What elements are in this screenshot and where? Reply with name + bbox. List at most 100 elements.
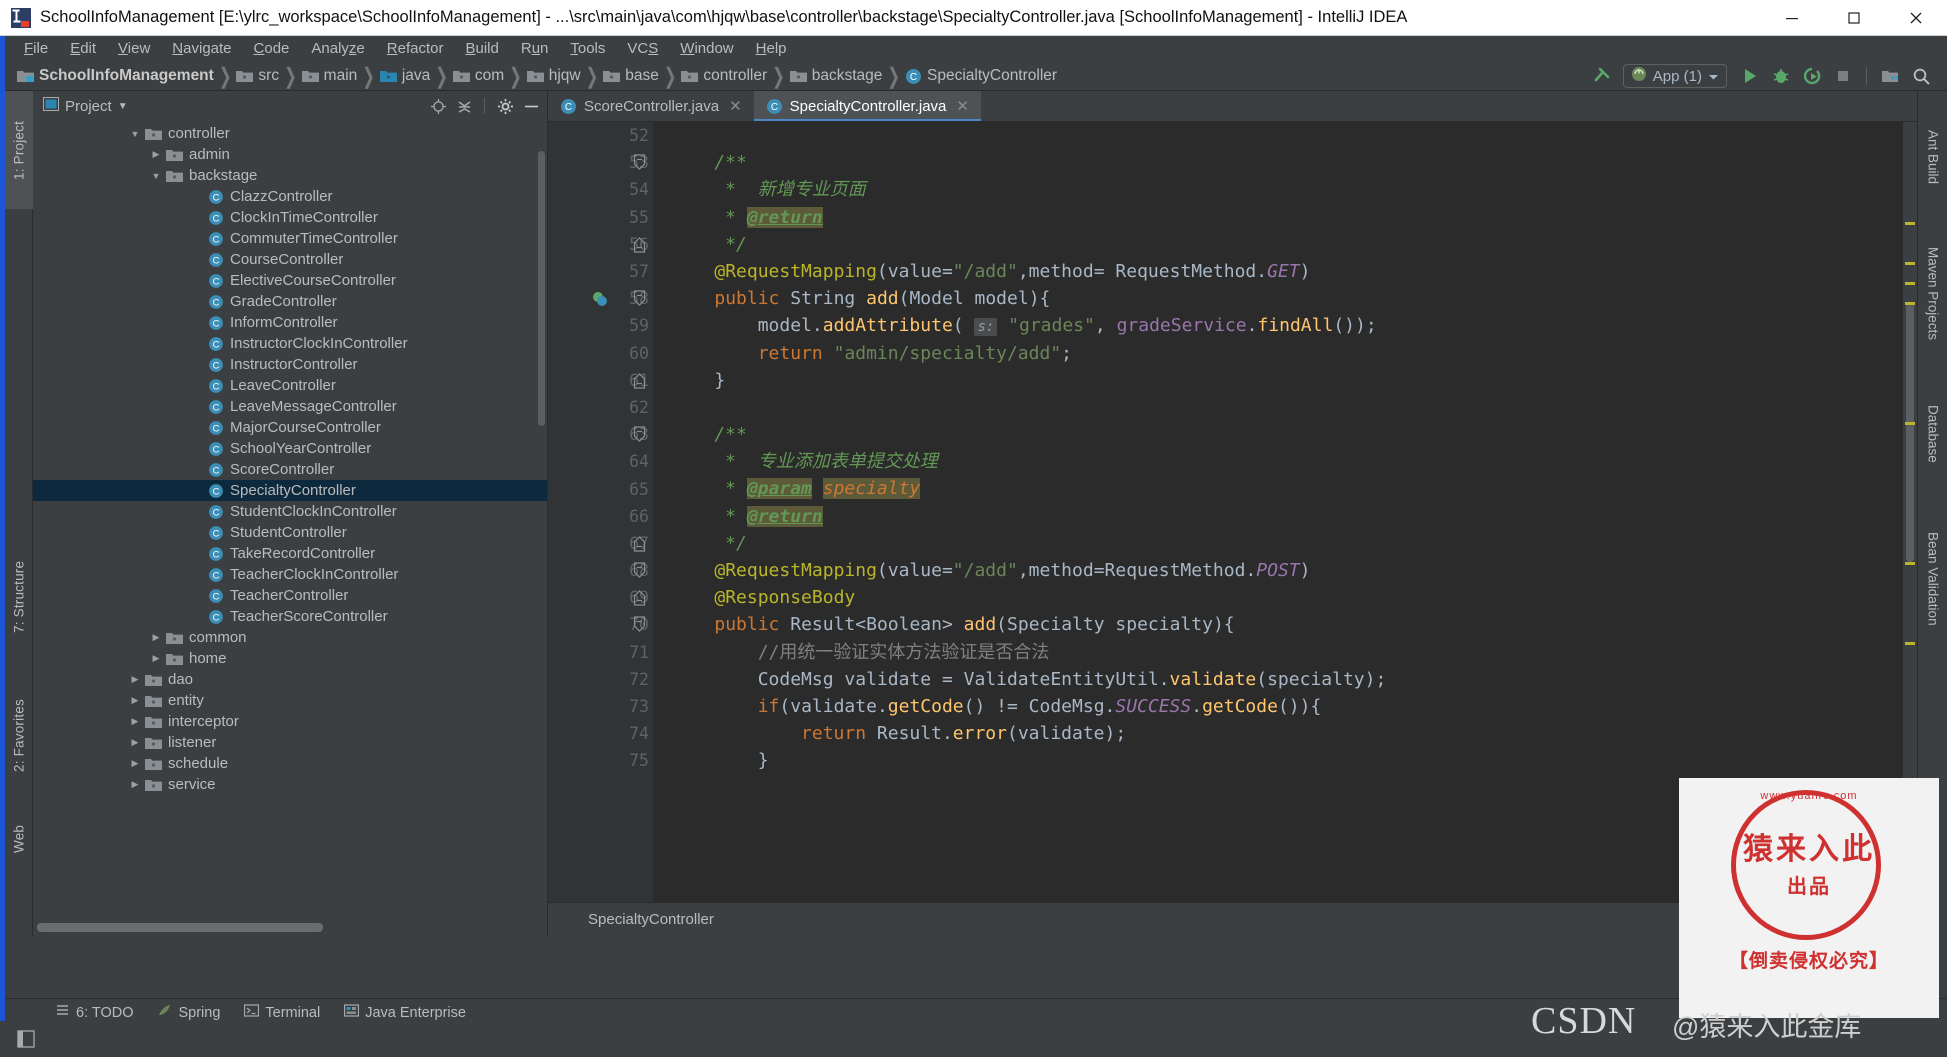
- code-line[interactable]: model.addAttribute( s: "grades", gradeSe…: [653, 312, 1917, 339]
- chevron-right-icon[interactable]: ▶: [129, 758, 141, 770]
- chevron-right-icon[interactable]: ▶: [129, 716, 141, 728]
- tree-node[interactable]: C GradeController: [33, 291, 547, 312]
- menu-code[interactable]: Code: [243, 37, 301, 61]
- fold-start-icon[interactable]: [629, 611, 649, 638]
- menu-refactor[interactable]: Refactor: [376, 37, 455, 61]
- tree-node[interactable]: C ClockInTimeController: [33, 207, 547, 228]
- breadcrumb-item-controller[interactable]: controller: [677, 65, 771, 87]
- tree-node[interactable]: ▶ listener: [33, 732, 547, 753]
- gutter-line[interactable]: 65: [548, 475, 653, 502]
- code-line[interactable]: @RequestMapping(value="/add",method= Req…: [653, 258, 1917, 285]
- code-line[interactable]: /**: [653, 421, 1917, 448]
- breadcrumb-item-project[interactable]: SchoolInfoManagement: [13, 65, 218, 87]
- maximize-button[interactable]: [1823, 0, 1885, 36]
- tool-tab-project[interactable]: 1: Project: [5, 91, 33, 209]
- tree-node[interactable]: ▼ backstage: [33, 165, 547, 186]
- menu-analyze[interactable]: Analyze: [300, 37, 375, 61]
- tree-node[interactable]: C InstructorController: [33, 354, 547, 375]
- code-line[interactable]: public Result<Boolean> add(Specialty spe…: [653, 611, 1917, 638]
- tree-node[interactable]: ▶ dao: [33, 669, 547, 690]
- tool-tab-maven-projects[interactable]: Maven Projects: [1918, 219, 1947, 369]
- locate-icon[interactable]: [428, 96, 448, 116]
- chevron-right-icon[interactable]: ▶: [150, 653, 162, 665]
- chevron-right-icon[interactable]: ▶: [129, 737, 141, 749]
- code-line[interactable]: * @param specialty: [653, 475, 1917, 502]
- tree-node[interactable]: C InstructorClockInController: [33, 333, 547, 354]
- tree-node[interactable]: ▶ common: [33, 627, 547, 648]
- code-line[interactable]: */: [653, 530, 1917, 557]
- menu-vcs[interactable]: VCS: [616, 37, 669, 61]
- tree-node[interactable]: C TeacherScoreController: [33, 606, 547, 627]
- code-line[interactable]: public String add(Model model){: [653, 285, 1917, 312]
- chevron-right-icon[interactable]: ▶: [129, 674, 141, 686]
- hide-icon[interactable]: [521, 96, 541, 116]
- tree-node[interactable]: C ClazzController: [33, 186, 547, 207]
- tool-tab-web[interactable]: Web: [5, 809, 33, 869]
- menu-edit[interactable]: Edit: [59, 37, 107, 61]
- run-coverage-icon[interactable]: [1798, 64, 1826, 88]
- fold-end-icon[interactable]: [629, 530, 649, 557]
- settings-gear-icon[interactable]: [495, 96, 515, 116]
- tree-node[interactable]: C CommuterTimeController: [33, 228, 547, 249]
- gutter-line[interactable]: 58: [548, 285, 653, 312]
- gutter-line[interactable]: 55: [548, 204, 653, 231]
- search-everywhere-icon[interactable]: [1907, 64, 1935, 88]
- tree-node[interactable]: C CourseController: [33, 249, 547, 270]
- tree-node[interactable]: C LeaveController: [33, 375, 547, 396]
- tool-tab-ant-build[interactable]: Ant Build: [1918, 105, 1947, 209]
- code-line[interactable]: [653, 122, 1917, 149]
- gutter-line[interactable]: 68: [548, 557, 653, 584]
- project-tree-hscrollbar[interactable]: [37, 923, 323, 932]
- chevron-right-icon[interactable]: ▶: [150, 149, 162, 161]
- statusbar-spring[interactable]: Spring: [145, 1001, 232, 1024]
- stop-icon[interactable]: [1829, 64, 1857, 88]
- menu-navigate[interactable]: Navigate: [161, 37, 242, 61]
- chevron-right-icon[interactable]: ▶: [129, 695, 141, 707]
- breadcrumb-item-backstage[interactable]: backstage: [786, 65, 887, 87]
- chevron-down-icon[interactable]: ▼: [150, 170, 162, 182]
- gutter-line[interactable]: 73: [548, 693, 653, 720]
- breadcrumb-item-hjqw[interactable]: hjqw: [523, 65, 585, 87]
- scrollbar-thumb[interactable]: [1906, 302, 1914, 562]
- statusbar-terminal[interactable]: Terminal: [232, 1001, 332, 1024]
- fold-start-icon[interactable]: [629, 557, 649, 584]
- close-tab-icon[interactable]: ✕: [956, 97, 969, 115]
- gutter-line[interactable]: 71: [548, 639, 653, 666]
- editor-tab-specialtycontroller[interactable]: C SpecialtyController.java ✕: [753, 91, 982, 121]
- tree-node[interactable]: ▶ admin: [33, 144, 547, 165]
- run-configuration-selector[interactable]: App (1): [1622, 64, 1727, 88]
- tree-node[interactable]: C StudentClockInController: [33, 501, 547, 522]
- tree-node[interactable]: C TakeRecordController: [33, 543, 547, 564]
- close-tab-icon[interactable]: ✕: [729, 97, 742, 115]
- gutter-line[interactable]: 67: [548, 530, 653, 557]
- gutter-line[interactable]: 59: [548, 312, 653, 339]
- gutter-line[interactable]: 74: [548, 720, 653, 747]
- gutter-line[interactable]: 62: [548, 394, 653, 421]
- tool-tab-structure[interactable]: 7: Structure: [5, 531, 33, 663]
- tree-node[interactable]: C LeaveMessageController: [33, 396, 547, 417]
- tree-node[interactable]: ▶ entity: [33, 690, 547, 711]
- gutter-line[interactable]: 56: [548, 231, 653, 258]
- gutter-line[interactable]: 69: [548, 584, 653, 611]
- tree-node[interactable]: C MajorCourseController: [33, 417, 547, 438]
- build-hammer-icon[interactable]: [1588, 64, 1616, 88]
- gutter-line[interactable]: 72: [548, 666, 653, 693]
- code-line[interactable]: /**: [653, 149, 1917, 176]
- tree-node[interactable]: ▶ home: [33, 648, 547, 669]
- close-button[interactable]: [1885, 0, 1947, 36]
- tree-node[interactable]: ▶ service: [33, 774, 547, 795]
- tree-node[interactable]: C StudentController: [33, 522, 547, 543]
- breadcrumb-item-main[interactable]: main: [298, 65, 362, 87]
- gutter-line[interactable]: 66: [548, 503, 653, 530]
- code-line[interactable]: @RequestMapping(value="/add",method=Requ…: [653, 557, 1917, 584]
- code-line[interactable]: * @return: [653, 503, 1917, 530]
- collapse-all-icon[interactable]: [454, 96, 474, 116]
- code-line[interactable]: * 专业添加表单提交处理: [653, 448, 1917, 475]
- spring-bean-icon[interactable]: [589, 285, 611, 312]
- code-line[interactable]: return Result.error(validate);: [653, 720, 1917, 747]
- show-tool-windows-icon[interactable]: [17, 1030, 35, 1053]
- chevron-down-icon[interactable]: ▼: [129, 128, 141, 140]
- tree-node[interactable]: C SchoolYearController: [33, 438, 547, 459]
- project-tree-scrollbar[interactable]: [538, 151, 545, 426]
- fold-end-icon[interactable]: [629, 584, 649, 611]
